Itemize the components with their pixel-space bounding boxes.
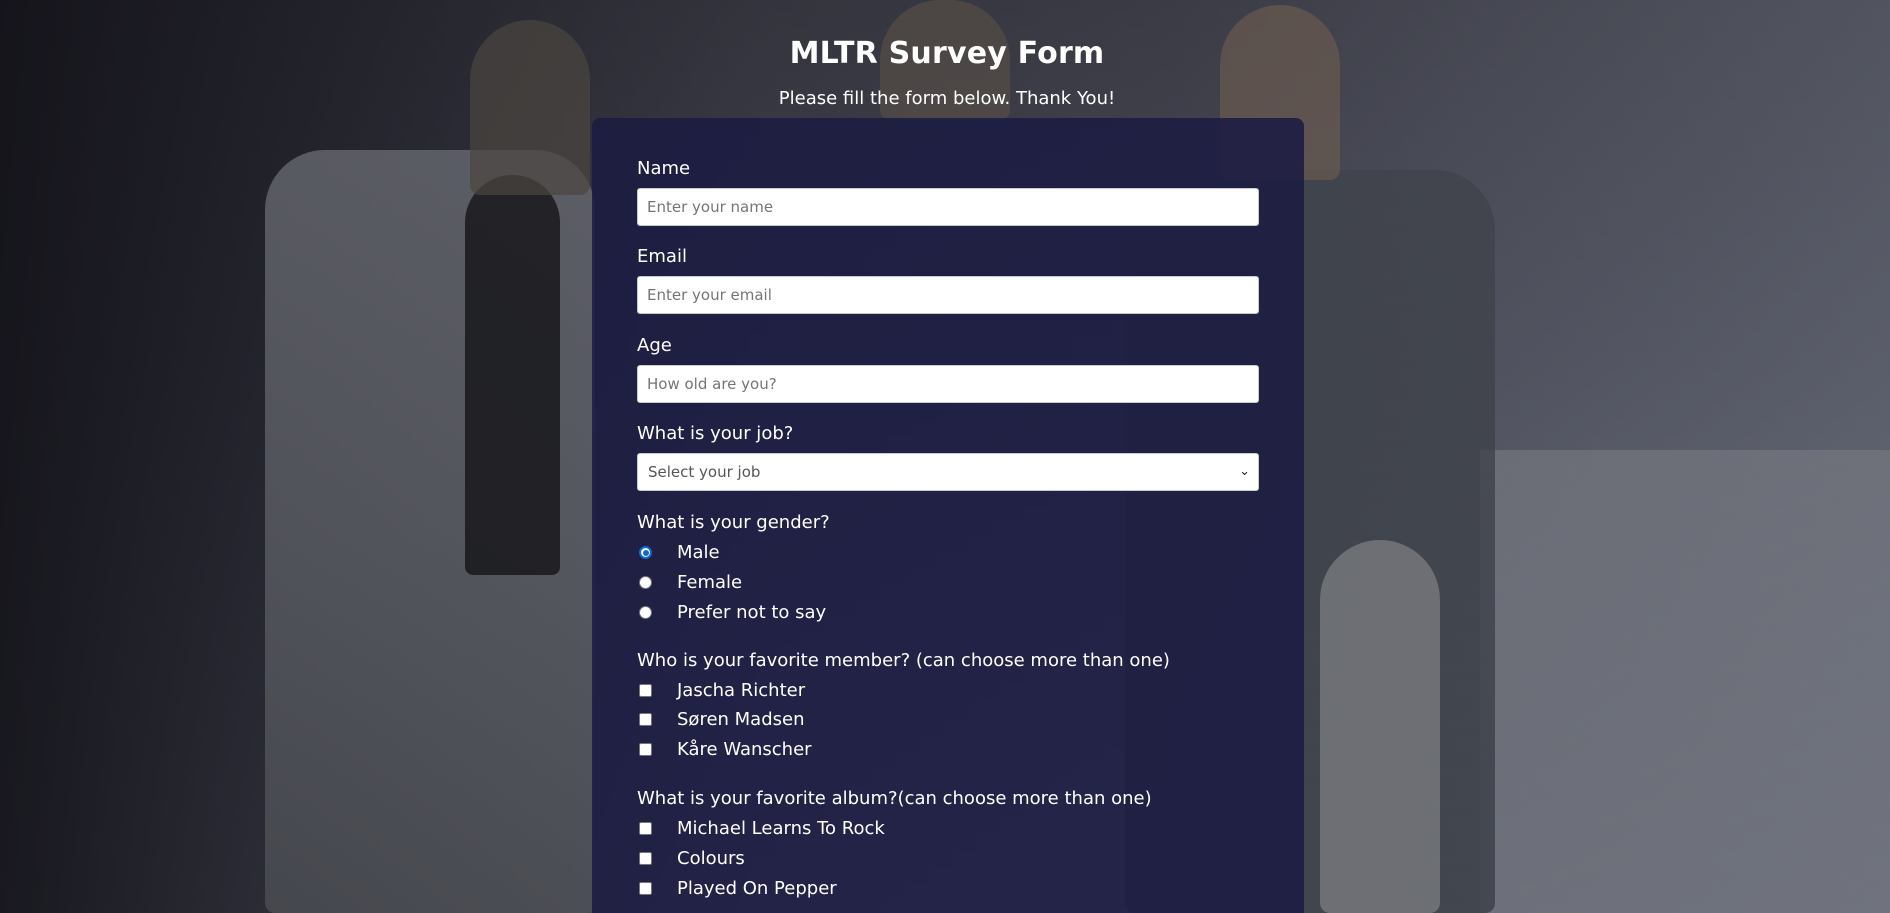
checkbox-played-on-pepper[interactable] — [639, 882, 652, 895]
member-option-label: Jascha Richter — [677, 680, 806, 701]
age-label: Age — [637, 335, 672, 356]
gender-label: What is your gender? — [637, 512, 830, 533]
radio-male[interactable] — [639, 546, 652, 559]
member-label: Who is your favorite member? (can choose… — [637, 650, 1170, 671]
member-option-label: Kåre Wanscher — [677, 739, 812, 760]
gender-option-label: Prefer not to say — [677, 602, 827, 623]
chevron-down-icon: ⌄ — [1239, 464, 1250, 479]
album-option-label: Michael Learns To Rock — [677, 818, 885, 839]
radio-female[interactable] — [639, 576, 652, 589]
background-shirt-left — [465, 175, 560, 575]
checkbox-jascha[interactable] — [639, 684, 652, 697]
email-label: Email — [637, 246, 687, 267]
email-input[interactable] — [637, 276, 1259, 314]
job-select[interactable]: Select your job ⌄ — [637, 453, 1259, 491]
checkbox-mltr[interactable] — [639, 822, 652, 835]
checkbox-kare[interactable] — [639, 743, 652, 756]
job-select-value: Select your job — [648, 463, 761, 481]
radio-prefer-not-to-say[interactable] — [639, 606, 652, 619]
job-label: What is your job? — [637, 423, 794, 444]
background-pants-right — [1320, 540, 1440, 913]
checkbox-colours[interactable] — [639, 852, 652, 865]
album-option-label: Colours — [677, 848, 745, 869]
member-option-label: Søren Madsen — [677, 709, 805, 730]
gender-option-label: Male — [677, 542, 720, 563]
survey-form: Name Email Age What is your job? Select … — [592, 118, 1304, 913]
age-input[interactable] — [637, 365, 1259, 403]
name-input[interactable] — [637, 188, 1259, 226]
background-street — [1480, 450, 1890, 913]
page-subtitle: Please fill the form below. Thank You! — [778, 88, 1116, 109]
album-option-label: Played On Pepper — [677, 878, 837, 899]
name-label: Name — [637, 158, 691, 179]
gender-option-label: Female — [677, 572, 743, 593]
album-label: What is your favorite album?(can choose … — [637, 788, 1152, 809]
page-title: MLTR Survey Form — [789, 36, 1105, 71]
checkbox-soren[interactable] — [639, 713, 652, 726]
